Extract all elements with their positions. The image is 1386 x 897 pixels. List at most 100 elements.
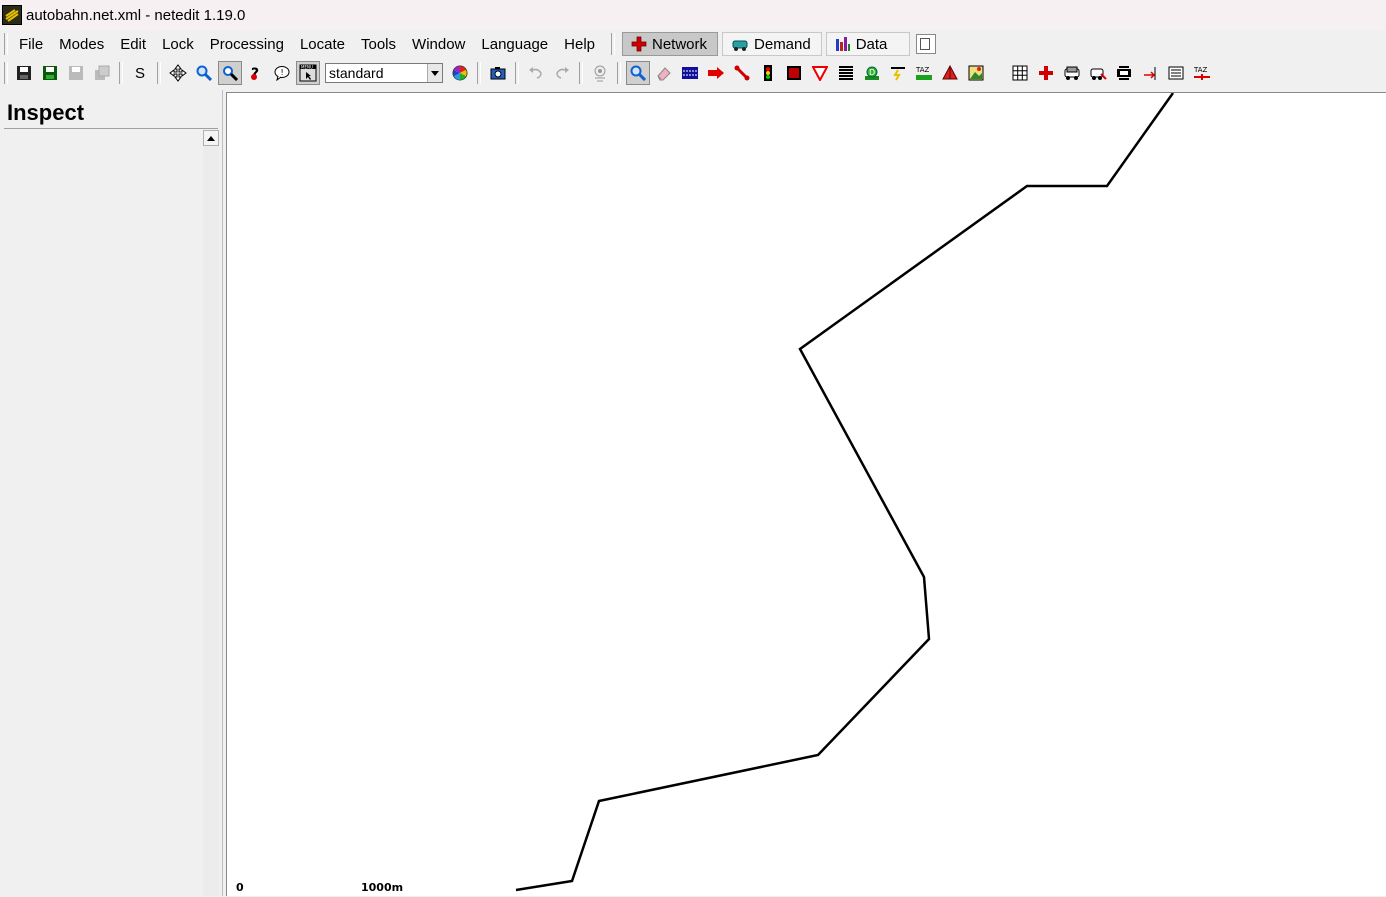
delete-mode-button[interactable] xyxy=(652,61,676,85)
inspect-mode-button[interactable] xyxy=(626,61,650,85)
menu-grip xyxy=(4,33,8,55)
crossing-stripes-icon xyxy=(839,66,853,80)
supermode-data-button[interactable]: Data xyxy=(825,32,911,56)
color-wheel-icon xyxy=(452,65,468,81)
menu-toggle-button[interactable]: MENU xyxy=(296,61,320,85)
car-red-icon xyxy=(1090,68,1107,80)
connections-button[interactable] xyxy=(782,61,806,85)
additional-button[interactable]: D xyxy=(860,61,884,85)
title-bar: autobahn.net.xml - netedit 1.19.0 xyxy=(0,0,1386,30)
scale-zero-label: 0 xyxy=(236,881,244,894)
messages-button[interactable]: ! xyxy=(270,61,294,85)
window-restore-button[interactable] xyxy=(916,34,937,54)
network-view[interactable] xyxy=(227,93,1386,897)
color-scheme-select[interactable]: standard xyxy=(325,63,443,83)
magnifier-icon xyxy=(196,65,212,81)
scroll-up-button[interactable] xyxy=(203,130,219,146)
image-icon xyxy=(968,65,984,81)
prohibitions-button[interactable] xyxy=(808,61,832,85)
merge-junctions-button[interactable] xyxy=(1112,61,1136,85)
merge-icon xyxy=(1117,66,1131,80)
show-demand-button[interactable] xyxy=(1060,61,1084,85)
traffic-light-button[interactable] xyxy=(756,61,780,85)
svg-text:MENU: MENU xyxy=(301,65,313,70)
menu-language[interactable]: Language xyxy=(473,36,556,53)
decal-button[interactable] xyxy=(964,61,988,85)
supermode-demand-label: Demand xyxy=(754,35,811,53)
color-wheel-button[interactable] xyxy=(448,61,472,85)
scale-length-label: 1000m xyxy=(361,881,404,894)
menu-processing[interactable]: Processing xyxy=(202,36,292,53)
toolbar-separator xyxy=(157,62,161,84)
polygon-red-icon xyxy=(942,65,958,80)
edge-red-icon xyxy=(734,65,750,81)
locate-button[interactable] xyxy=(218,61,242,85)
taz-green-icon: TAZ xyxy=(915,66,932,80)
move-mode-button[interactable] xyxy=(704,61,728,85)
save-network-button[interactable] xyxy=(12,61,36,85)
menu-tools[interactable]: Tools xyxy=(353,36,404,53)
supermode-data-label: Data xyxy=(855,35,888,53)
help-button[interactable]: ? xyxy=(244,61,268,85)
save-multiple-button[interactable] xyxy=(90,61,114,85)
grid-icon xyxy=(1012,65,1028,81)
undo-icon xyxy=(529,67,542,79)
undo-button[interactable] xyxy=(524,61,548,85)
menu-lock[interactable]: Lock xyxy=(154,36,202,53)
save-as-button[interactable] xyxy=(64,61,88,85)
car-icon xyxy=(1064,66,1080,80)
junction-shape-button[interactable] xyxy=(1034,61,1058,85)
panel-title: Inspect xyxy=(7,100,85,125)
toolbar-separator xyxy=(477,62,481,84)
toolbar-separator xyxy=(515,62,519,84)
grid-button[interactable] xyxy=(1008,61,1032,85)
toolbar-grip xyxy=(4,62,8,84)
window-title: autobahn.net.xml - netedit 1.19.0 xyxy=(26,6,246,24)
yield-triangle-icon xyxy=(812,66,828,81)
compute-gear-icon xyxy=(594,65,606,82)
menu-bar: File Modes Edit Lock Processing Locate T… xyxy=(0,30,1386,58)
network-edge[interactable] xyxy=(515,93,1175,892)
panel-divider xyxy=(4,128,218,129)
change-lanes-button[interactable] xyxy=(1138,61,1162,85)
s-button[interactable]: S xyxy=(128,61,152,85)
chevron-down-icon[interactable] xyxy=(427,64,442,82)
attributes-button[interactable] xyxy=(1164,61,1188,85)
redo-button[interactable] xyxy=(550,61,574,85)
menu-help[interactable]: Help xyxy=(556,36,603,53)
supermode-network-button[interactable]: Network xyxy=(622,32,719,56)
panel-scrollbar[interactable] xyxy=(203,130,219,896)
menu-file[interactable]: File xyxy=(11,36,51,53)
svg-text:TAZ: TAZ xyxy=(915,66,930,74)
compute-junctions-button[interactable] xyxy=(588,61,612,85)
eraser-icon xyxy=(657,67,671,81)
red-arrow-icon xyxy=(708,67,724,79)
locate-magnifier-icon xyxy=(223,66,238,81)
svg-text:TAZ: TAZ xyxy=(1193,66,1208,74)
network-cross-icon xyxy=(631,36,647,52)
shape-button[interactable] xyxy=(938,61,962,85)
supermode-demand-button[interactable]: Demand xyxy=(722,32,822,56)
show-vehicle-button[interactable] xyxy=(1086,61,1110,85)
wire-button[interactable] xyxy=(886,61,910,85)
menu-locate[interactable]: Locate xyxy=(292,36,353,53)
recenter-button[interactable] xyxy=(166,61,190,85)
screenshot-button[interactable] xyxy=(486,61,510,85)
menu-modes[interactable]: Modes xyxy=(51,36,112,53)
data-bars-icon xyxy=(835,37,850,51)
select-mode-button[interactable] xyxy=(678,61,702,85)
move-arrows-icon xyxy=(169,64,187,82)
inspect-magnifier-icon xyxy=(630,65,646,81)
taz-button[interactable]: TAZ xyxy=(912,61,936,85)
create-edge-button[interactable] xyxy=(730,61,754,85)
network-canvas[interactable]: 0 1000m xyxy=(226,92,1386,896)
toolbar-separator xyxy=(617,62,621,84)
menu-window[interactable]: Window xyxy=(404,36,473,53)
zoom-button[interactable] xyxy=(192,61,216,85)
main-toolbar: S ? ! MENU standard D TAZ TAZ xyxy=(0,58,1386,88)
speech-bubble-icon: ! xyxy=(274,66,290,81)
menu-edit[interactable]: Edit xyxy=(112,36,154,53)
taz-relation-button[interactable]: TAZ xyxy=(1190,61,1214,85)
save-all-button[interactable] xyxy=(38,61,62,85)
crossing-button[interactable] xyxy=(834,61,858,85)
